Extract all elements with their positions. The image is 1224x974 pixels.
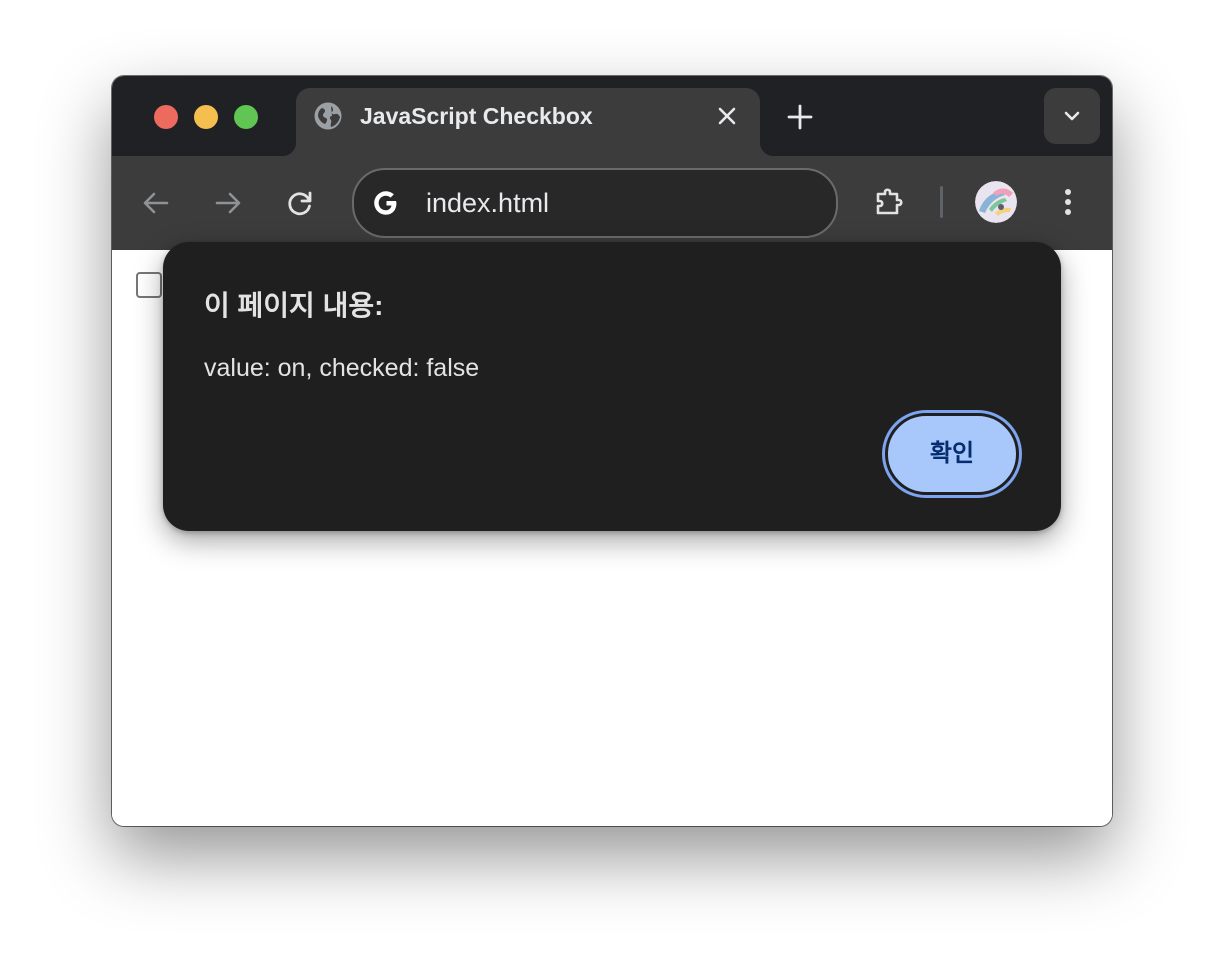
toolbar-divider: [940, 186, 943, 218]
tab-search-button[interactable]: [1044, 88, 1100, 144]
globe-icon: [313, 101, 343, 131]
reload-icon: [288, 191, 312, 216]
url-text: index.html: [426, 188, 550, 218]
toolbar: index.html: [112, 156, 1112, 250]
extensions-button[interactable]: [870, 183, 910, 223]
google-g-icon: [370, 187, 402, 219]
ok-button[interactable]: 확인: [885, 413, 1019, 495]
dialog-title: 이 페이지 내용:: [204, 290, 384, 321]
arrow-right-icon: [215, 192, 241, 214]
tab-javascript-checkbox[interactable]: JavaScript Checkbox: [282, 88, 774, 156]
tab-title: JavaScript Checkbox: [360, 103, 593, 129]
title-bar: JavaScript Checkbox: [112, 76, 1112, 156]
arrow-left-icon: [143, 192, 169, 214]
address-bar[interactable]: index.html: [352, 168, 838, 238]
plus-icon: [787, 104, 813, 130]
minimize-window-button[interactable]: [194, 105, 218, 129]
browser-menu-button[interactable]: [1048, 182, 1088, 222]
reload-button[interactable]: [280, 183, 320, 223]
puzzle-icon: [876, 188, 903, 215]
page-checkbox[interactable]: [136, 272, 162, 298]
dialog-message: value: on, checked: false: [204, 354, 480, 382]
back-button[interactable]: [136, 183, 176, 223]
kebab-menu-icon: [1065, 189, 1071, 215]
alert-dialog: 이 페이지 내용: value: on, checked: false 확인: [163, 242, 1061, 531]
browser-window: JavaScript Checkbox index.html 이 페이지 내용:…: [112, 76, 1112, 826]
profile-avatar[interactable]: [975, 181, 1017, 223]
maximize-window-button[interactable]: [234, 105, 258, 129]
close-window-button[interactable]: [154, 105, 178, 129]
forward-button[interactable]: [208, 183, 248, 223]
close-icon[interactable]: [716, 105, 738, 127]
new-tab-button[interactable]: [786, 103, 814, 131]
chevron-down-icon: [1064, 111, 1080, 121]
